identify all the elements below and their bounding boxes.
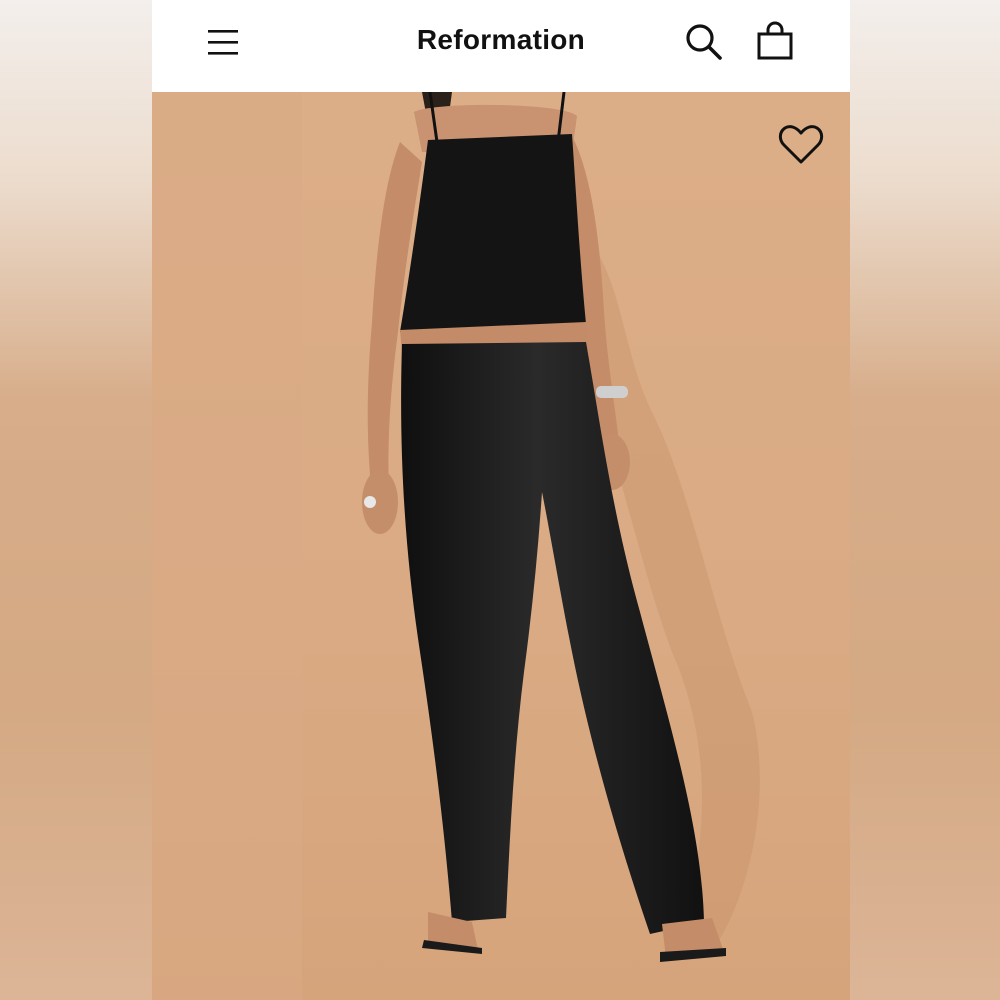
heart-icon[interactable] — [778, 124, 824, 166]
search-icon[interactable] — [684, 22, 724, 62]
mobile-screen: Reformation — [152, 0, 850, 1000]
crochet-top — [400, 134, 586, 332]
shopping-bag-icon[interactable] — [755, 21, 795, 61]
product-photo — [152, 92, 850, 1000]
brand-logo[interactable]: Reformation — [152, 24, 850, 56]
site-header: Reformation — [152, 0, 850, 92]
blurred-background-left — [0, 0, 152, 1000]
blurred-background-right — [850, 0, 1000, 1000]
